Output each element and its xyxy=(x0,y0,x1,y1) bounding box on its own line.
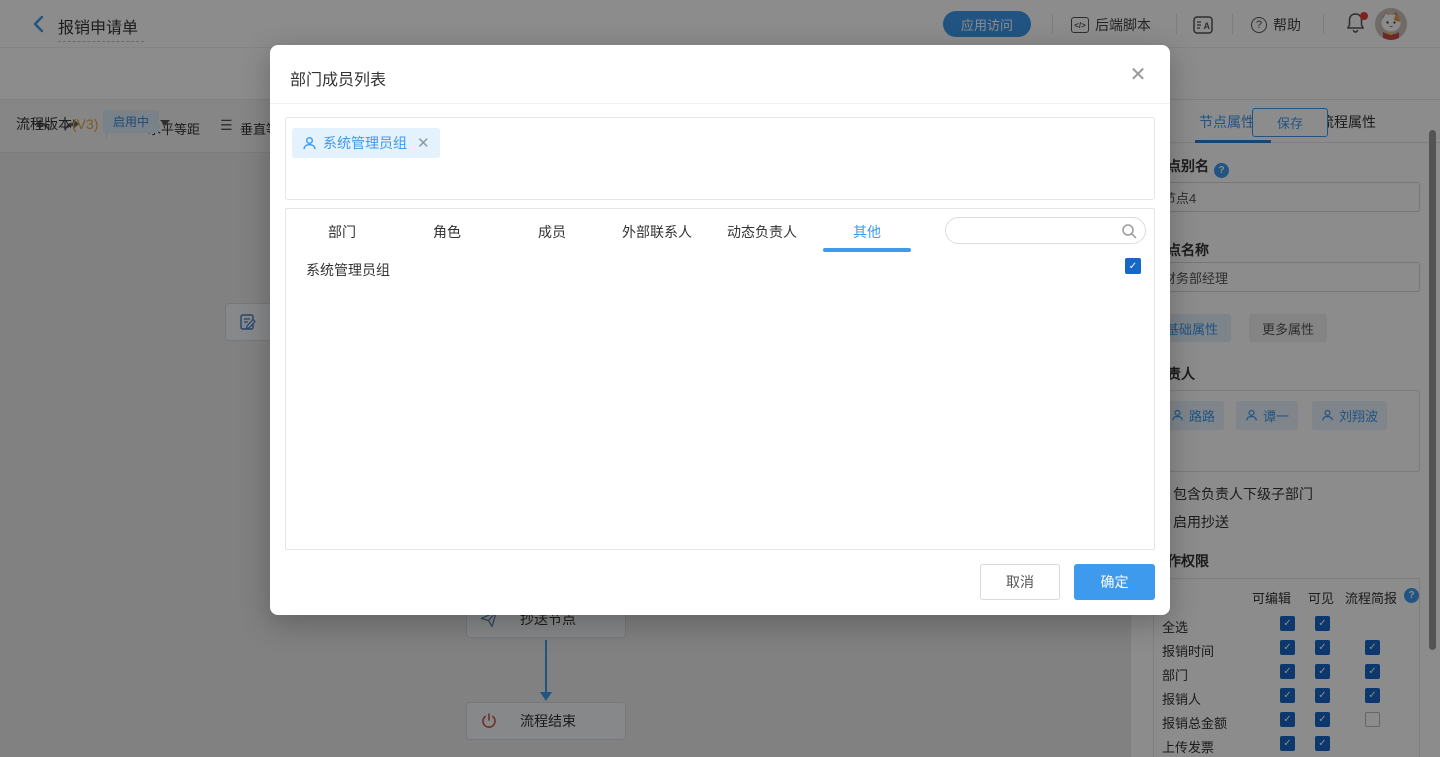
modal-title: 部门成员列表 xyxy=(290,66,386,90)
tag-label: 系统管理员组 xyxy=(323,133,407,153)
confirm-button[interactable]: 确定 xyxy=(1074,564,1155,600)
list-item-label: 系统管理员组 xyxy=(306,260,390,280)
selected-members-box: 系统管理员组 ✕ xyxy=(285,117,1155,200)
member-list-modal: 部门成员列表 ✕ 系统管理员组 ✕ 部门 角色 成员 外部联系人 动态负责人 其… xyxy=(270,45,1170,615)
member-picker: 部门 角色 成员 外部联系人 动态负责人 其他 系统管理员组 xyxy=(285,208,1155,550)
tab-member[interactable]: 成员 xyxy=(538,222,566,242)
list-item-checkbox[interactable] xyxy=(1125,258,1141,274)
selected-member-tag[interactable]: 系统管理员组 ✕ xyxy=(292,128,440,158)
tab-external-contact[interactable]: 外部联系人 xyxy=(622,222,692,242)
divider xyxy=(270,103,1170,104)
close-icon[interactable]: ✕ xyxy=(1126,63,1150,87)
picker-tabs: 部门 角色 成员 外部联系人 动态负责人 其他 xyxy=(286,209,1154,251)
cancel-button[interactable]: 取消 xyxy=(980,564,1060,600)
search-box xyxy=(945,217,1146,244)
person-icon xyxy=(302,136,317,151)
search-icon xyxy=(1121,223,1137,239)
tab-dynamic-owner[interactable]: 动态负责人 xyxy=(727,222,797,242)
tab-role[interactable]: 角色 xyxy=(433,222,461,242)
tab-department[interactable]: 部门 xyxy=(328,222,356,242)
tag-remove-icon[interactable]: ✕ xyxy=(417,134,430,152)
list-item[interactable]: 系统管理员组 xyxy=(286,251,1154,285)
search-input[interactable] xyxy=(958,220,1118,241)
tab-other[interactable]: 其他 xyxy=(853,222,881,242)
